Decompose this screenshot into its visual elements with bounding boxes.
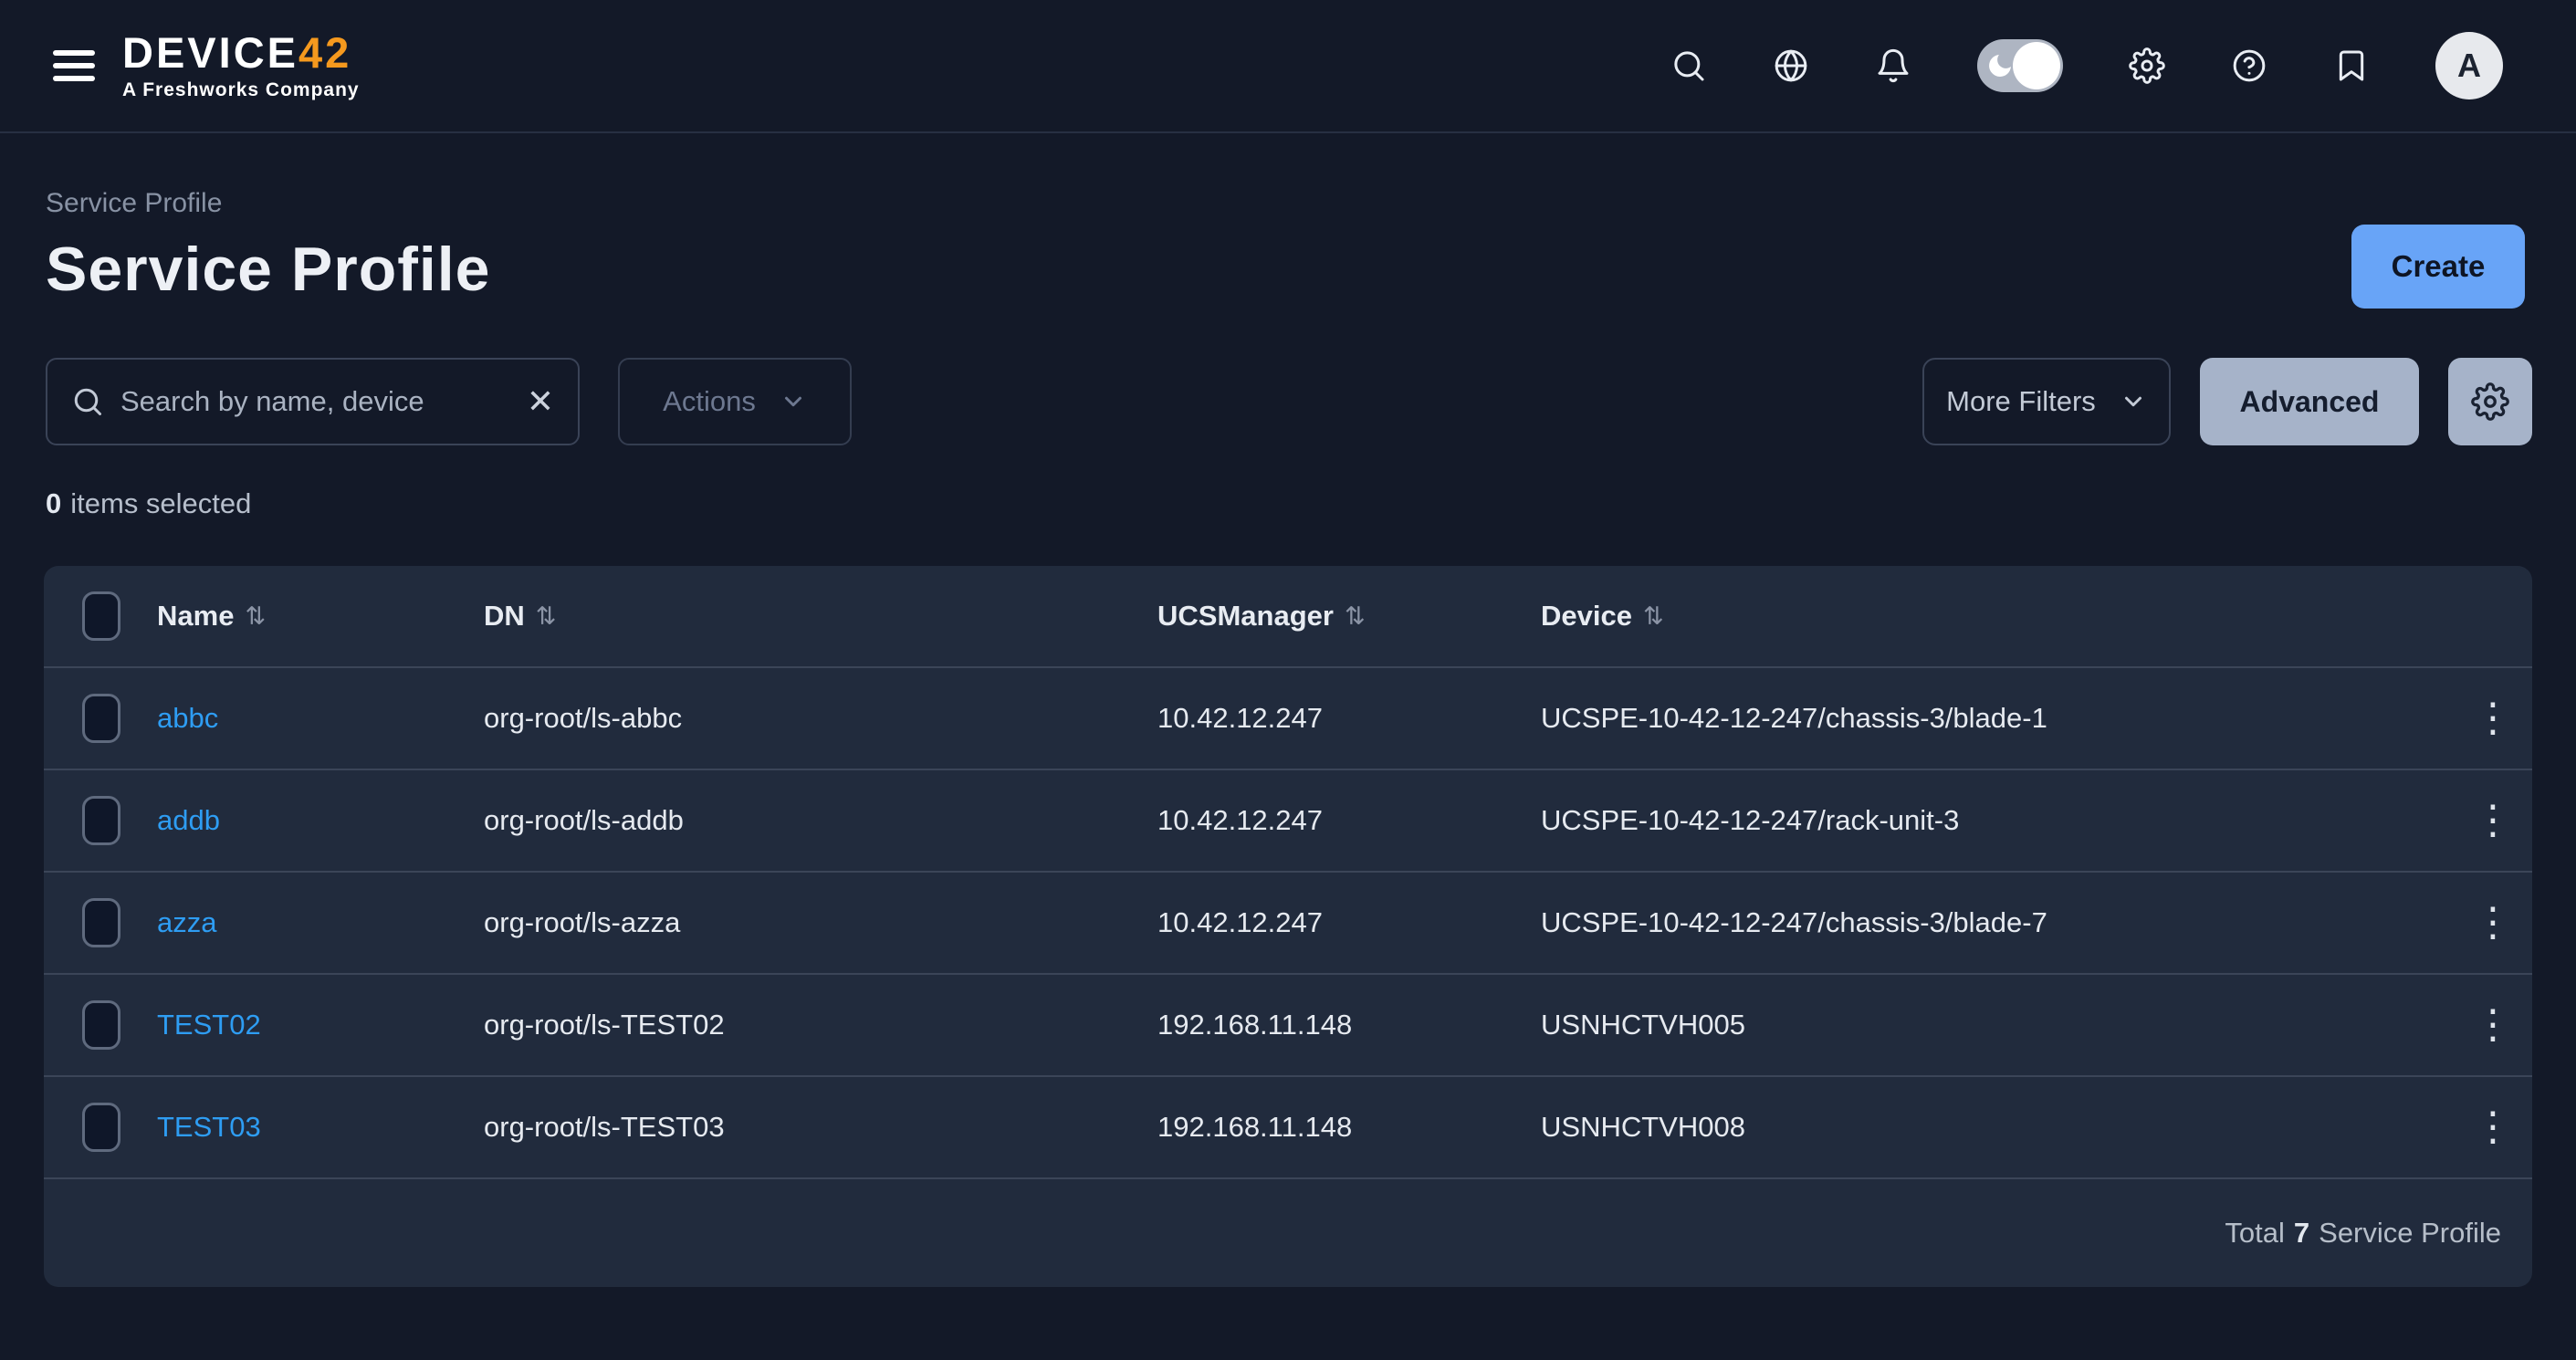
- user-avatar[interactable]: A: [2435, 32, 2503, 99]
- items-selected-status: 0 items selected: [46, 487, 2532, 520]
- ucsmanager-value: 10.42.12.247: [1157, 906, 1541, 939]
- sort-icon[interactable]: ⇅: [1345, 602, 1366, 631]
- total-count: 7: [2294, 1217, 2309, 1250]
- chevron-down-icon: [2120, 388, 2147, 415]
- table-settings-button[interactable]: [2448, 358, 2532, 445]
- ucsmanager-value: 192.168.11.148: [1157, 1009, 1541, 1041]
- table-row: addb org-root/ls-addb 10.42.12.247 UCSPE…: [44, 770, 2532, 873]
- name-link[interactable]: TEST03: [157, 1111, 484, 1144]
- total-suffix: Service Profile: [2319, 1217, 2501, 1250]
- page-header: Service Profile Service Profile Create: [46, 188, 2525, 305]
- row-checkbox[interactable]: [82, 1103, 120, 1152]
- bookmark-icon[interactable]: [2333, 47, 2370, 84]
- help-icon[interactable]: [2231, 47, 2267, 84]
- hamburger-menu-icon[interactable]: [53, 43, 95, 89]
- column-header-ucsmanager[interactable]: UCSManager⇅: [1157, 600, 1541, 633]
- device-value: USNHCTVH005: [1541, 1009, 2454, 1041]
- more-filters-label: More Filters: [1946, 385, 2096, 418]
- column-header-dn[interactable]: DN⇅: [484, 600, 1157, 633]
- device42-logo[interactable]: DEVICE42 A Freshworks Company: [122, 31, 360, 101]
- row-menu-kebab-icon[interactable]: ⋮: [2454, 800, 2532, 841]
- sort-icon[interactable]: ⇅: [536, 602, 557, 631]
- column-header-name[interactable]: Name⇅: [157, 600, 484, 633]
- advanced-button[interactable]: Advanced: [2200, 358, 2419, 445]
- topbar-actions: A: [1670, 32, 2503, 99]
- page-title: Service Profile: [46, 234, 2525, 305]
- dn-value: org-root/ls-abbc: [484, 702, 1157, 735]
- table-row: TEST02 org-root/ls-TEST02 192.168.11.148…: [44, 975, 2532, 1077]
- device-value: UCSPE-10-42-12-247/rack-unit-3: [1541, 804, 2454, 837]
- row-menu-kebab-icon[interactable]: ⋮: [2454, 1107, 2532, 1147]
- name-link[interactable]: addb: [157, 804, 484, 837]
- globe-icon[interactable]: [1773, 47, 1809, 84]
- search-input-icon: [71, 385, 104, 418]
- toggle-knob: [2013, 42, 2060, 89]
- toolbar-right: More Filters Advanced: [1922, 358, 2532, 445]
- actions-dropdown[interactable]: Actions: [618, 358, 852, 445]
- dn-value: org-root/ls-azza: [484, 906, 1157, 939]
- search-input[interactable]: [120, 385, 510, 418]
- brand-tagline: A Freshworks Company: [122, 79, 360, 101]
- table-footer-total: Total 7 Service Profile: [44, 1179, 2532, 1287]
- gear-icon[interactable]: [2129, 47, 2165, 84]
- bell-icon[interactable]: [1875, 47, 1911, 84]
- dn-value: org-root/ls-TEST03: [484, 1111, 1157, 1144]
- device-value: UCSPE-10-42-12-247/chassis-3/blade-1: [1541, 702, 2454, 735]
- row-checkbox[interactable]: [82, 694, 120, 743]
- row-menu-kebab-icon[interactable]: ⋮: [2454, 1005, 2532, 1045]
- breadcrumb[interactable]: Service Profile: [46, 188, 222, 219]
- ucsmanager-value: 192.168.11.148: [1157, 1111, 1541, 1144]
- topbar: DEVICE42 A Freshworks Company A: [0, 0, 2576, 133]
- brand-accent-42: 42: [298, 28, 351, 77]
- table-row: azza org-root/ls-azza 10.42.12.247 UCSPE…: [44, 873, 2532, 975]
- search-icon[interactable]: [1670, 47, 1707, 84]
- create-button[interactable]: Create: [2351, 225, 2525, 309]
- total-prefix: Total: [2225, 1217, 2284, 1250]
- row-checkbox[interactable]: [82, 1000, 120, 1050]
- table-header-row: Name⇅ DN⇅ UCSManager⇅ Device⇅: [44, 566, 2532, 668]
- column-header-device[interactable]: Device⇅: [1541, 600, 2454, 633]
- sort-icon[interactable]: ⇅: [245, 602, 266, 631]
- name-link[interactable]: TEST02: [157, 1009, 484, 1041]
- chevron-down-icon: [780, 388, 807, 415]
- device-value: USNHCTVH008: [1541, 1111, 2454, 1144]
- selected-count: 0: [46, 487, 61, 519]
- device-value: UCSPE-10-42-12-247/chassis-3/blade-7: [1541, 906, 2454, 939]
- brand-text: DEVICE42: [122, 31, 360, 74]
- row-menu-kebab-icon[interactable]: ⋮: [2454, 698, 2532, 738]
- sort-icon[interactable]: ⇅: [1643, 602, 1664, 631]
- row-checkbox[interactable]: [82, 796, 120, 845]
- select-all-checkbox[interactable]: [82, 591, 120, 641]
- ucsmanager-value: 10.42.12.247: [1157, 804, 1541, 837]
- dn-value: org-root/ls-TEST02: [484, 1009, 1157, 1041]
- table-row: abbc org-root/ls-abbc 10.42.12.247 UCSPE…: [44, 668, 2532, 770]
- clear-search-icon[interactable]: ✕: [527, 385, 554, 418]
- selected-label: items selected: [70, 487, 251, 519]
- toolbar: ✕ Actions More Filters Advanced: [46, 358, 2532, 445]
- name-link[interactable]: azza: [157, 906, 484, 939]
- moon-icon: [1985, 51, 2015, 80]
- row-menu-kebab-icon[interactable]: ⋮: [2454, 903, 2532, 943]
- table-row: TEST03 org-root/ls-TEST03 192.168.11.148…: [44, 1077, 2532, 1179]
- gear-icon: [2471, 382, 2509, 421]
- dark-mode-toggle[interactable]: [1977, 39, 2063, 92]
- more-filters-dropdown[interactable]: More Filters: [1922, 358, 2171, 445]
- actions-label: Actions: [663, 385, 756, 418]
- dn-value: org-root/ls-addb: [484, 804, 1157, 837]
- service-profile-table: Name⇅ DN⇅ UCSManager⇅ Device⇅ abbc org-r…: [44, 566, 2532, 1287]
- search-box[interactable]: ✕: [46, 358, 580, 445]
- row-checkbox[interactable]: [82, 898, 120, 947]
- name-link[interactable]: abbc: [157, 702, 484, 735]
- ucsmanager-value: 10.42.12.247: [1157, 702, 1541, 735]
